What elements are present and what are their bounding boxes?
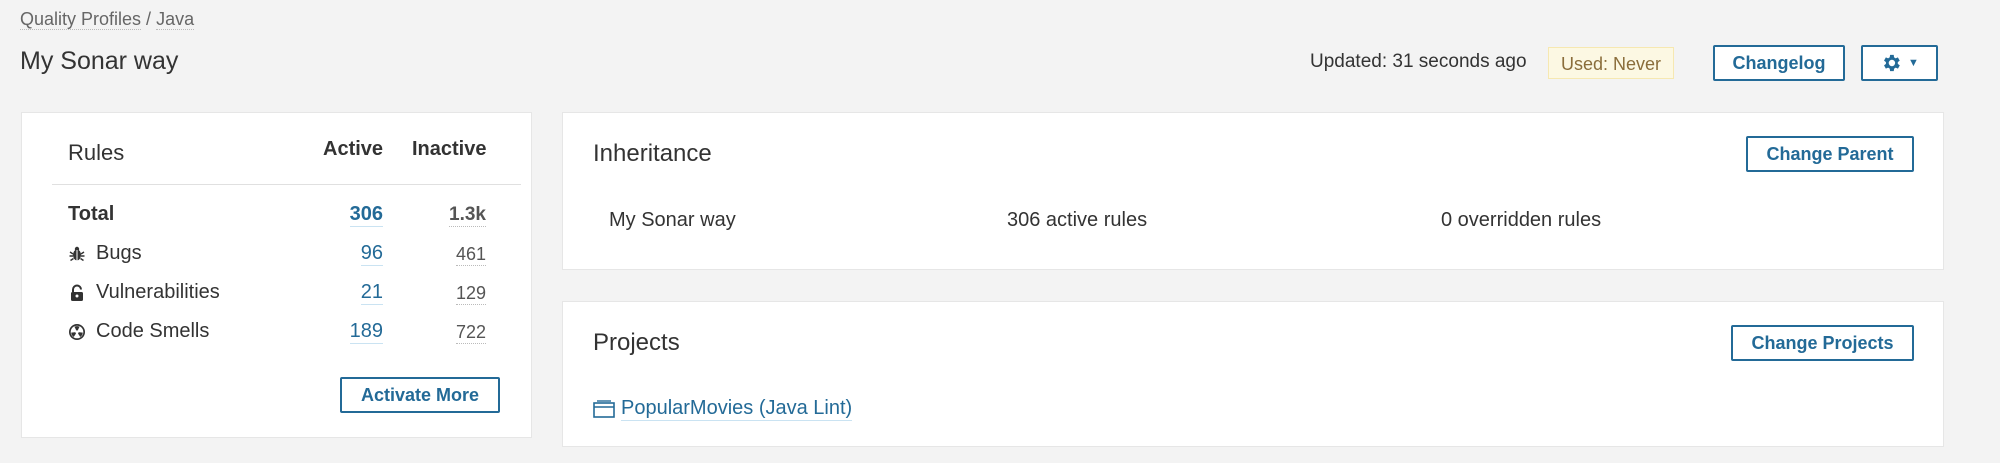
bugs-active-link[interactable]: 96	[360, 242, 383, 266]
total-active-link[interactable]: 306	[349, 203, 383, 227]
code-smells-inactive-link[interactable]: 722	[455, 322, 486, 344]
breadcrumb: Quality Profiles / Java	[20, 9, 195, 30]
radiation-icon	[69, 323, 85, 340]
project-link[interactable]: PopularMovies (Java Lint)	[593, 397, 853, 421]
bugs-inactive-link[interactable]: 461	[455, 244, 486, 266]
inactive-column-header: Inactive	[412, 138, 487, 160]
breadcrumb-language-link[interactable]: Java	[156, 9, 195, 30]
chevron-down-icon: ▼	[1908, 57, 1919, 69]
inheritance-title: Inheritance	[593, 140, 712, 167]
rules-row-code-smells: Code Smells	[68, 320, 209, 343]
project-name: PopularMovies (Java Lint)	[621, 397, 853, 421]
rules-row-vulnerabilities: Vulnerabilities	[68, 281, 220, 304]
vulnerabilities-active-link[interactable]: 21	[360, 281, 383, 305]
project-icon	[593, 400, 615, 418]
page-title: My Sonar way	[20, 47, 179, 75]
changelog-button[interactable]: Changelog	[1713, 45, 1845, 81]
inheritance-active-rules: 306 active rules	[1007, 209, 1148, 231]
change-projects-button[interactable]: Change Projects	[1731, 325, 1914, 361]
rules-title: Rules	[68, 140, 125, 165]
rules-row-total-label: Total	[68, 203, 115, 225]
total-inactive-link[interactable]: 1.3k	[449, 204, 486, 227]
inheritance-profile-name: My Sonar way	[609, 209, 736, 231]
inheritance-overridden-rules: 0 overridden rules	[1441, 209, 1602, 231]
actions-dropdown-button[interactable]: ▼	[1861, 45, 1938, 81]
rules-card: Rules Active Inactive Total 306 1.3k Bug…	[21, 112, 532, 438]
activate-more-button[interactable]: Activate More	[340, 377, 500, 413]
vulnerabilities-inactive-link[interactable]: 129	[455, 283, 486, 305]
breadcrumb-quality-profiles-link[interactable]: Quality Profiles	[20, 9, 142, 30]
rules-divider	[52, 184, 521, 185]
rules-row-bugs: Bugs	[68, 242, 142, 265]
active-column-header: Active	[323, 138, 384, 160]
inheritance-card: Inheritance Change Parent My Sonar way 3…	[562, 112, 1944, 270]
change-parent-button[interactable]: Change Parent	[1746, 136, 1914, 172]
used-badge: Used: Never	[1548, 47, 1675, 79]
breadcrumb-separator: /	[141, 9, 157, 29]
code-smells-active-link[interactable]: 189	[349, 320, 383, 344]
gear-icon	[1884, 54, 1900, 72]
rules-row-bugs-label: Bugs	[96, 242, 142, 264]
rules-row-vulnerabilities-label: Vulnerabilities	[96, 281, 220, 303]
projects-title: Projects	[593, 329, 680, 356]
lock-icon	[71, 284, 83, 301]
bug-icon	[69, 246, 85, 261]
updated-timestamp: Updated: 31 seconds ago	[1310, 51, 1527, 72]
rules-row-code-smells-label: Code Smells	[96, 320, 210, 342]
projects-card: Projects Change Projects PopularMovies (…	[562, 301, 1944, 447]
